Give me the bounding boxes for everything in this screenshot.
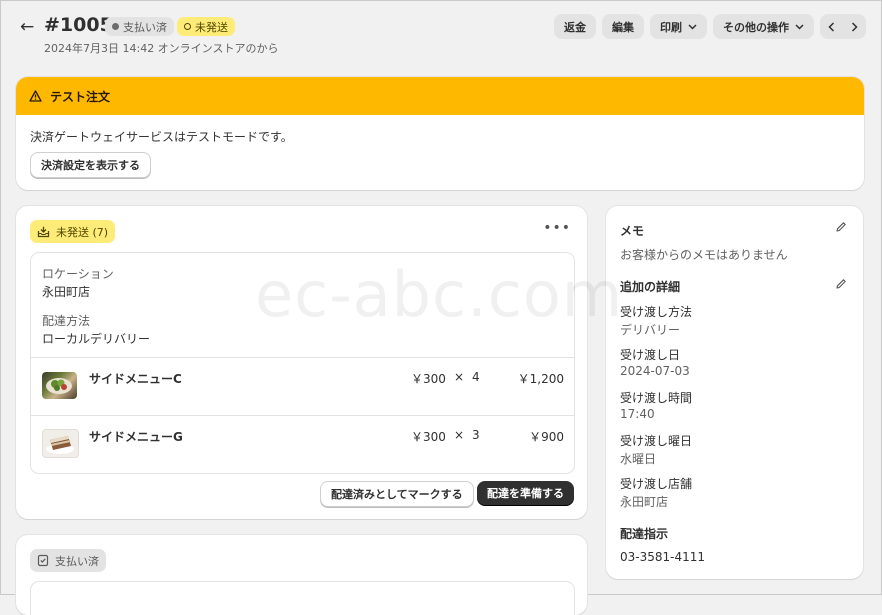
view-payment-settings-button[interactable]: 決済設定を表示する <box>30 152 151 178</box>
delivery-instructions-value: 03-3581-4111 <box>620 550 706 564</box>
location-value: 永田町店 <box>42 285 91 299</box>
more-actions-button[interactable]: その他の操作 <box>713 14 814 39</box>
item-unit-price: ￥300 <box>411 430 446 444</box>
refund-label: 返金 <box>564 20 586 34</box>
delivery-method-value: ローカルデリバリー <box>42 332 151 346</box>
product-thumbnail <box>42 372 77 399</box>
header-actions: 返金 編集 印刷 その他の操作 <box>554 14 866 39</box>
memo-title: メモ <box>620 224 645 238</box>
delivery-method-label: 配達方法 <box>42 314 91 328</box>
detail-label: 受け渡し曜日 <box>620 434 693 448</box>
print-label: 印刷 <box>660 20 682 34</box>
prepare-delivery-label: 配達を準備する <box>487 487 564 500</box>
detail-label: 受け渡し方法 <box>620 305 693 319</box>
location-label: ロケーション <box>42 267 114 281</box>
refund-button[interactable]: 返金 <box>554 14 596 39</box>
order-subtitle: 2024年7月3日 14:42 オンラインストアのから <box>44 42 279 55</box>
payment-card: 支払い済 <box>16 535 587 615</box>
item-unit-price: ￥300 <box>411 372 446 386</box>
unfulfilled-badge-label: 未発送 (7) <box>56 225 109 239</box>
mark-as-delivered-button[interactable]: 配達済みとしてマークする <box>320 481 474 507</box>
payment-status-label: 支払い済 <box>123 20 167 34</box>
test-order-banner-header: テスト注文 <box>16 77 864 115</box>
paid-badge: 支払い済 <box>30 549 106 572</box>
item-quantity: 3 <box>472 428 480 442</box>
chevron-right-icon[interactable] <box>843 14 866 39</box>
detail-label: 受け渡し時間 <box>620 391 693 405</box>
test-order-message: 決済ゲートウェイサービスはテストモードです。 <box>30 130 293 144</box>
order-number: #1005 <box>44 14 113 36</box>
view-payment-settings-label: 決済設定を表示する <box>41 159 140 172</box>
item-times-sign: × <box>454 428 465 442</box>
prepare-delivery-button[interactable]: 配達を準備する <box>477 481 574 505</box>
chevron-down-icon <box>795 23 804 30</box>
delivery-instructions-title: 配達指示 <box>620 527 669 541</box>
divider <box>31 415 574 416</box>
paid-badge-label: 支払い済 <box>55 554 99 568</box>
item-name: サイドメニューG <box>89 430 183 444</box>
item-total: ￥1,200 <box>517 372 564 386</box>
chevron-left-icon[interactable] <box>820 14 843 39</box>
more-options-icon[interactable]: ••• <box>543 220 571 236</box>
mark-as-delivered-label: 配達済みとしてマークする <box>331 488 463 501</box>
status-dot-icon <box>112 23 119 30</box>
receipt-check-icon <box>37 554 49 567</box>
fulfillment-status-label: 未発送 <box>195 20 228 34</box>
test-order-title: テスト注文 <box>50 89 111 104</box>
additional-details-title: 追加の詳細 <box>620 280 681 294</box>
detail-value: 17:40 <box>620 407 655 421</box>
sidebar-card: メモ お客様からのメモはありません 追加の詳細 受け渡し方法 デリバリー 受け渡… <box>606 206 863 579</box>
warning-icon <box>29 90 42 102</box>
fulfillment-card: 未発送 (7) ••• ロケーション 永田町店 配達方法 ローカルデリバリー サ… <box>16 206 587 519</box>
fulfillment-details: ロケーション 永田町店 配達方法 ローカルデリバリー サイドメニューC ￥300… <box>30 252 575 474</box>
item-total: ￥900 <box>529 430 564 444</box>
divider <box>31 357 574 358</box>
edit-memo-pencil-icon[interactable] <box>835 221 847 236</box>
detail-label: 受け渡し店舗 <box>620 477 693 491</box>
test-order-banner: テスト注文 決済ゲートウェイサービスはテストモードです。 決済設定を表示する <box>16 77 864 190</box>
payment-status-badge: 支払い済 <box>105 17 174 36</box>
detail-value: 水曜日 <box>620 452 657 466</box>
product-thumbnail <box>42 429 79 458</box>
edit-button[interactable]: 編集 <box>602 14 644 39</box>
item-name: サイドメニューC <box>89 372 182 386</box>
chevron-down-icon <box>688 23 697 30</box>
more-actions-label: その他の操作 <box>723 20 789 34</box>
order-header: ← #1005 支払い済 未発送 2024年7月3日 14:42 オンラインスト… <box>20 14 866 58</box>
unfulfilled-badge: 未発送 (7) <box>30 220 116 243</box>
package-icon <box>37 226 50 237</box>
payment-details <box>30 581 575 615</box>
status-ring-icon <box>184 23 191 30</box>
arrow-left-icon[interactable]: ← <box>20 17 34 37</box>
item-quantity: 4 <box>472 370 480 384</box>
detail-value: 永田町店 <box>620 495 669 509</box>
edit-details-pencil-icon[interactable] <box>835 278 847 293</box>
detail-label: 受け渡し日 <box>620 348 681 362</box>
print-button[interactable]: 印刷 <box>650 14 707 39</box>
fulfillment-status-badge: 未発送 <box>177 17 235 36</box>
detail-value: 2024-07-03 <box>620 364 690 378</box>
order-pager <box>820 14 866 39</box>
memo-text: お客様からのメモはありません <box>620 248 788 262</box>
detail-value: デリバリー <box>620 323 681 337</box>
item-times-sign: × <box>454 370 465 384</box>
edit-label: 編集 <box>612 20 634 34</box>
